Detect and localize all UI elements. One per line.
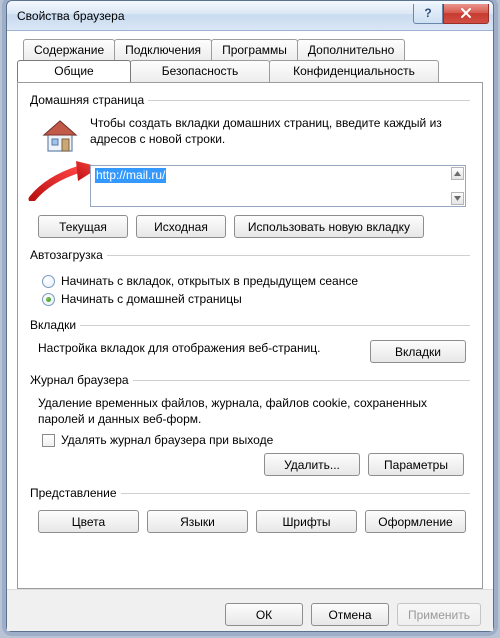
accessibility-button[interactable]: Оформление xyxy=(365,510,466,533)
use-newtab-button[interactable]: Использовать новую вкладку xyxy=(234,215,424,238)
radio-label: Начинать с домашней страницы xyxy=(61,292,242,306)
checkbox-icon xyxy=(42,434,55,447)
colors-button[interactable]: Цвета xyxy=(38,510,139,533)
homepage-url-value: http://mail.ru/ xyxy=(95,168,166,183)
tab-programs[interactable]: Программы xyxy=(211,39,298,61)
apply-button[interactable]: Применить xyxy=(397,603,481,626)
fonts-button[interactable]: Шрифты xyxy=(256,510,357,533)
group-appearance: Представление Цвета Языки Шрифты Оформле… xyxy=(30,486,470,537)
ok-button[interactable]: ОК xyxy=(225,603,303,626)
history-settings-button[interactable]: Параметры xyxy=(368,453,464,476)
tabs-settings-button[interactable]: Вкладки xyxy=(370,340,466,363)
radio-icon xyxy=(42,275,55,288)
caption-buttons: ? xyxy=(413,4,489,26)
group-tabs-legend: Вкладки xyxy=(30,318,80,332)
group-appearance-legend: Представление xyxy=(30,486,121,500)
history-description: Удаление временных файлов, журнала, файл… xyxy=(38,395,466,427)
dialog-button-bar: ОК Отмена Применить xyxy=(7,589,493,631)
cancel-button[interactable]: Отмена xyxy=(311,603,389,626)
radio-label: Начинать с вкладок, открытых в предыдуще… xyxy=(61,274,358,288)
tab-security[interactable]: Безопасность xyxy=(130,60,270,83)
url-scrollbar[interactable] xyxy=(451,167,464,205)
use-current-button[interactable]: Текущая xyxy=(38,215,128,238)
help-button[interactable]: ? xyxy=(413,4,443,24)
group-homepage: Домашняя страница Чтоб xyxy=(30,93,470,242)
group-autostart: Автозагрузка Начинать с вкладок, открыты… xyxy=(30,248,470,312)
group-history-legend: Журнал браузера xyxy=(30,373,133,387)
tab-panel-general: Домашняя страница Чтоб xyxy=(17,82,483,589)
tab-row-2: Общие Безопасность Конфиденциальность xyxy=(17,60,483,83)
radio-start-homepage[interactable]: Начинать с домашней страницы xyxy=(42,292,466,306)
tab-connections[interactable]: Подключения xyxy=(114,39,212,61)
titlebar[interactable]: Свойства браузера ? xyxy=(7,1,493,31)
tab-advanced[interactable]: Дополнительно xyxy=(297,39,405,61)
languages-button[interactable]: Языки xyxy=(147,510,248,533)
help-icon: ? xyxy=(424,6,431,20)
chevron-down-icon xyxy=(454,196,461,201)
homepage-description: Чтобы создать вкладки домашних страниц, … xyxy=(90,115,466,159)
checkbox-label: Удалять журнал браузера при выходе xyxy=(61,433,273,447)
dialog-window: Свойства браузера ? Содержание Подключен… xyxy=(6,0,494,632)
home-icon xyxy=(38,115,82,159)
checkbox-delete-on-exit[interactable]: Удалять журнал браузера при выходе xyxy=(42,433,466,447)
chevron-up-icon xyxy=(454,171,461,176)
window-title: Свойства браузера xyxy=(17,9,413,23)
tab-control: Содержание Подключения Программы Дополни… xyxy=(17,39,483,589)
group-autostart-legend: Автозагрузка xyxy=(30,248,107,262)
tab-privacy[interactable]: Конфиденциальность xyxy=(269,60,439,83)
client-area: Содержание Подключения Программы Дополни… xyxy=(7,31,493,631)
group-tabs: Вкладки Настройка вкладок для отображени… xyxy=(30,318,470,367)
homepage-url-input[interactable]: http://mail.ru/ xyxy=(90,165,466,207)
radio-start-last-session[interactable]: Начинать с вкладок, открытых в предыдуще… xyxy=(42,274,466,288)
close-icon xyxy=(460,7,472,19)
group-history: Журнал браузера Удаление временных файло… xyxy=(30,373,470,480)
group-homepage-legend: Домашняя страница xyxy=(30,93,148,107)
scroll-up-button[interactable] xyxy=(451,167,464,180)
tab-row-1: Содержание Подключения Программы Дополни… xyxy=(23,39,483,61)
radio-icon xyxy=(42,293,55,306)
close-button[interactable] xyxy=(443,4,489,24)
tab-content[interactable]: Содержание xyxy=(23,39,115,61)
scroll-down-button[interactable] xyxy=(451,192,464,205)
tab-general[interactable]: Общие xyxy=(17,60,131,83)
use-default-button[interactable]: Исходная xyxy=(136,215,226,238)
tabs-description: Настройка вкладок для отображения веб-ст… xyxy=(38,340,358,356)
delete-history-button[interactable]: Удалить... xyxy=(264,453,360,476)
